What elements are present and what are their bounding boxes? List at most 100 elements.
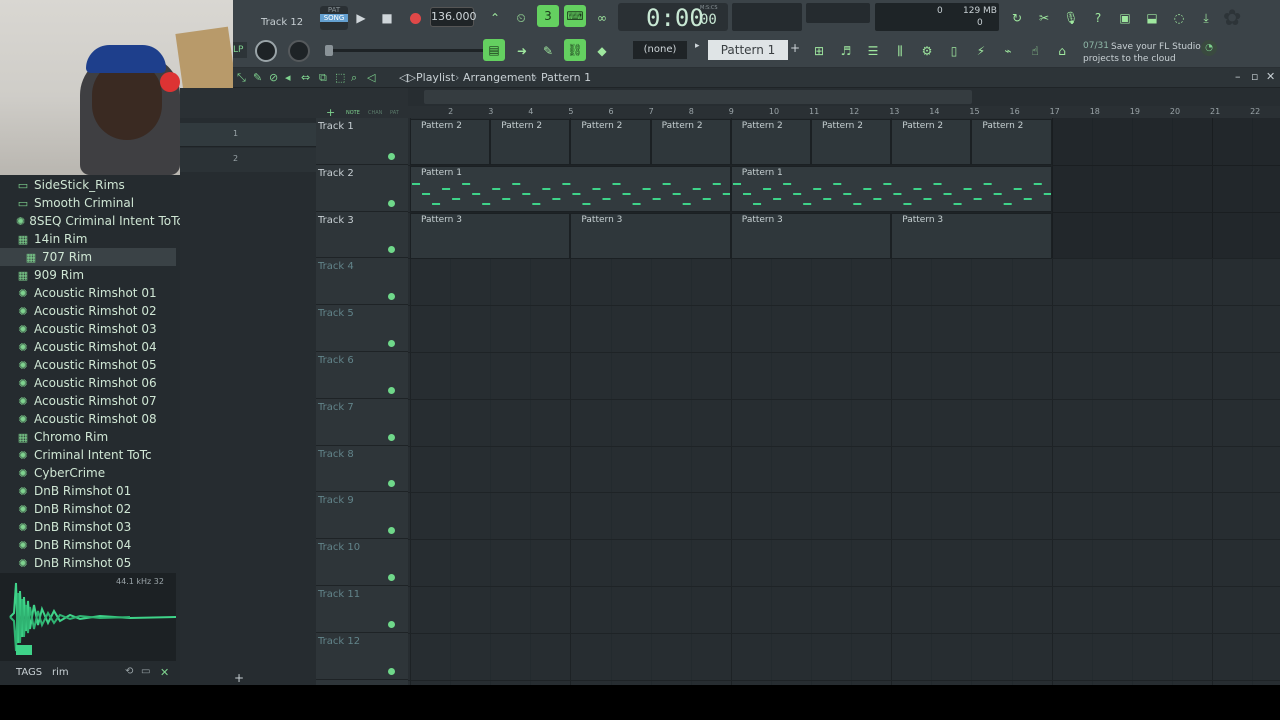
pattern-clip[interactable]: Pattern 1 — [410, 165, 731, 212]
wait-input-icon[interactable]: ⏲ — [510, 7, 532, 29]
track-mute-led[interactable] — [388, 293, 395, 301]
track-header[interactable]: Track 11 — [316, 586, 408, 633]
arrow-icon[interactable]: ➜ — [511, 40, 533, 62]
folder-tags-icon[interactable]: ▭ — [141, 666, 150, 677]
help-icon[interactable]: ? — [1087, 7, 1109, 29]
track-mute-led[interactable] — [388, 339, 395, 347]
minimize-icon[interactable]: – — [1235, 70, 1241, 83]
browser-item[interactable]: ▦ 707 Rim — [0, 248, 176, 266]
pointer-icon[interactable]: ⤡ — [237, 71, 246, 85]
step-edit-button[interactable]: ⌨ — [564, 5, 586, 27]
pattern-clip[interactable]: Pattern 3 — [891, 212, 1052, 259]
export-icon[interactable]: ⬓ — [1141, 7, 1163, 29]
track-header[interactable]: Track 3 — [316, 212, 408, 259]
browser-item[interactable]: ✺ Acoustic Rimshot 08 — [0, 410, 176, 428]
picker-row[interactable]: 2 — [180, 148, 316, 172]
browser-item[interactable]: ✺ Criminal Intent ToTc — [0, 446, 176, 464]
horizontal-scrollbar[interactable] — [424, 90, 972, 104]
countdown-button[interactable]: 3 — [537, 5, 559, 27]
metronome-icon[interactable]: ⌃ — [484, 7, 506, 29]
track-mute-led[interactable] — [388, 573, 395, 581]
play-sample-icon[interactable] — [16, 645, 32, 655]
track-mute-led[interactable] — [388, 620, 395, 628]
download-icon[interactable]: ⤓ — [1195, 7, 1217, 29]
picker-row[interactable]: 1 — [180, 123, 316, 147]
browser-item[interactable]: ✺ Acoustic Rimshot 01 — [0, 284, 176, 302]
draw-tool-icon[interactable]: ✎ — [537, 40, 559, 62]
pat-song-toggle[interactable]: PAT SONG — [320, 6, 348, 30]
pattern-clip[interactable]: Pattern 2 — [410, 119, 491, 165]
slip-tool-icon[interactable]: ⇔ — [301, 71, 310, 84]
note-tool[interactable]: NOTE — [346, 110, 360, 116]
slice-tool-icon[interactable]: ⧉ — [319, 71, 327, 85]
browser-item[interactable]: ▦ 909 Rim — [0, 266, 176, 284]
pattern-clip[interactable]: Pattern 2 — [971, 119, 1052, 165]
pat-tool[interactable]: PAT — [390, 110, 399, 116]
play-button[interactable]: ▶ — [350, 7, 372, 29]
track-header[interactable]: Track 8 — [316, 446, 408, 493]
track-mute-led[interactable] — [388, 199, 395, 207]
browser-item[interactable]: ✺ Acoustic Rimshot 07 — [0, 392, 176, 410]
breadcrumb-arrangement[interactable]: Arrangement — [463, 71, 536, 84]
pattern-prev-icon[interactable]: ▸ — [695, 41, 705, 59]
chat-icon[interactable]: ◌ — [1168, 7, 1190, 29]
track-mute-led[interactable] — [388, 667, 395, 675]
snap-select[interactable]: (none) — [633, 41, 687, 59]
save-icon[interactable]: ▣ — [1114, 7, 1136, 29]
clear-tags-icon[interactable]: ✕ — [160, 666, 169, 679]
browser-item[interactable]: ✺ DnB Rimshot 04 — [0, 536, 176, 554]
track-header[interactable]: Track 9 — [316, 492, 408, 540]
track-header[interactable]: Track 12 — [316, 633, 408, 680]
browser-item[interactable]: ▦ 14in Rim — [0, 230, 176, 248]
pattern-clip[interactable]: Pattern 2 — [730, 119, 811, 165]
plugin-icon[interactable]: ⚙ — [916, 40, 938, 62]
track-mute-led[interactable] — [388, 246, 395, 254]
news-badge-icon[interactable]: ◔ — [1201, 40, 1217, 56]
browser-item[interactable]: ▭ SideStick_Rims — [0, 176, 176, 194]
track-mute-led[interactable] — [388, 386, 395, 394]
pattern-select[interactable]: Pattern 1 — [708, 40, 788, 60]
refresh-tags-icon[interactable]: ⟲ — [125, 666, 133, 677]
browser-item[interactable]: ✺ Acoustic Rimshot 03 — [0, 320, 176, 338]
track-header[interactable]: Track 4 — [316, 258, 408, 306]
time-ruler[interactable]: 2 3 4 5 6 7 8 9 10 11 12 13 14 15 16 17 18 19 20 21 22 — [408, 106, 1280, 118]
browser-item[interactable]: ✺ Acoustic Rimshot 05 — [0, 356, 176, 374]
faders-icon[interactable]: ⫼ — [889, 40, 911, 62]
mute-tool-icon[interactable]: ◂ — [285, 71, 291, 84]
browser-item[interactable]: ✺ CyberCrime — [0, 464, 176, 482]
browser-item[interactable]: ✺ DnB Rimshot 05 — [0, 554, 176, 572]
delete-tool-icon[interactable]: ⊘ — [269, 71, 278, 84]
track-mute-led[interactable] — [388, 527, 395, 535]
chan-tool[interactable]: CHAN — [368, 110, 382, 116]
track-mute-led[interactable] — [388, 152, 395, 160]
pattern-clip[interactable]: Pattern 2 — [891, 119, 972, 165]
cut-icon[interactable]: ✂ — [1033, 7, 1055, 29]
news-text[interactable]: Save your FL Studio projects to the clou… — [1083, 41, 1203, 65]
browser-item[interactable]: ✺ DnB Rimshot 03 — [0, 518, 176, 536]
paint-tool-icon[interactable]: ✎ — [253, 71, 262, 84]
playback-tool-icon[interactable]: ◁ — [367, 71, 375, 84]
browser-item[interactable]: ✺ Acoustic Rimshot 04 — [0, 338, 176, 356]
pattern-clip[interactable]: Pattern 3 — [410, 212, 571, 259]
maximize-icon[interactable]: ▫ — [1251, 70, 1258, 83]
piano-roll-icon[interactable]: ♬ — [835, 40, 857, 62]
pattern-clip[interactable]: Pattern 3 — [730, 212, 892, 259]
pattern-clip[interactable]: Pattern 2 — [650, 119, 731, 165]
channel-rack-icon[interactable]: ☰ — [862, 40, 884, 62]
stop-button[interactable]: ■ — [376, 7, 398, 29]
tags-value[interactable]: rim — [52, 667, 69, 678]
add-pattern-icon[interactable]: + — [790, 41, 802, 59]
stamp-icon[interactable]: ◆ — [591, 40, 613, 62]
track-header[interactable]: Track 7 — [316, 399, 408, 446]
tempo-field[interactable]: 136.000 — [430, 7, 477, 27]
track-header[interactable]: Track 2 — [316, 165, 408, 212]
close-icon[interactable]: ✕ — [1266, 70, 1275, 83]
track-header[interactable]: Track 10 — [316, 539, 408, 586]
cart-icon[interactable]: ⌂ — [1051, 40, 1073, 62]
pattern-clip[interactable]: Pattern 2 — [570, 119, 651, 165]
file-icon[interactable]: ▯ — [943, 40, 965, 62]
browser-item[interactable]: ✺ Acoustic Rimshot 06 — [0, 374, 176, 392]
mini-lp[interactable]: LP — [233, 42, 247, 58]
master-pitch-knob[interactable] — [288, 40, 310, 62]
browser-item[interactable]: ✺ 8SEQ Criminal Intent ToTc — [0, 212, 183, 230]
